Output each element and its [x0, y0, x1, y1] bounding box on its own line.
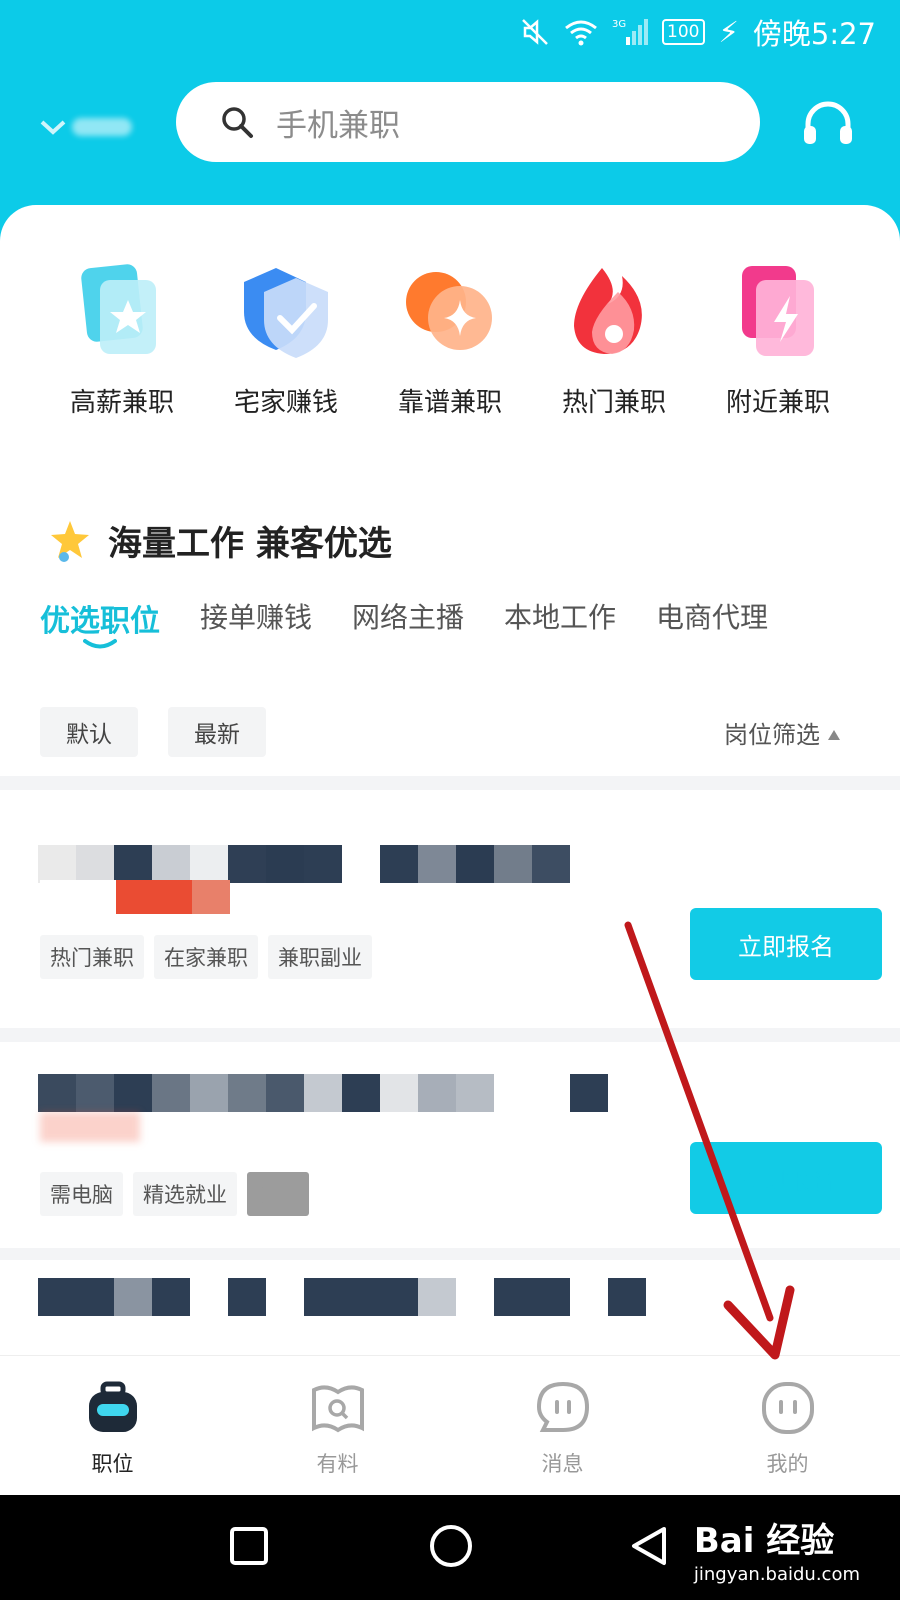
job-tag: 兼职副业	[268, 935, 372, 979]
signal-icon: 3G	[612, 17, 649, 47]
category-label: 宅家赚钱	[233, 388, 338, 418]
blurred-location	[72, 118, 132, 136]
tab-label: 我的	[766, 1452, 809, 1476]
job-title-redacted	[38, 1278, 646, 1316]
tab-label: 有料	[316, 1452, 359, 1476]
job-title-redacted	[38, 1074, 608, 1112]
search-icon	[222, 107, 253, 138]
category-hot[interactable]: 热门兼职	[532, 262, 696, 419]
triangle-icon	[828, 730, 840, 740]
job-card[interactable]: 需电脑 精选就业 日结 立即报名	[0, 1042, 900, 1262]
job-tag: 在家兼职	[154, 935, 258, 979]
star-card-icon	[70, 262, 174, 366]
search-placeholder: 手机兼职	[276, 107, 400, 144]
sort-default-chip[interactable]: 默认	[40, 707, 138, 757]
category-reliable[interactable]: 靠谱兼职	[368, 262, 532, 419]
category-label: 靠谱兼职	[397, 388, 502, 418]
shield-check-icon	[234, 262, 338, 366]
divider	[0, 1028, 900, 1042]
tab-label: 职位	[91, 1452, 134, 1476]
category-label: 高薪兼职	[69, 388, 174, 418]
sparkle-circle-icon	[398, 262, 502, 366]
job-tag: 需电脑	[40, 1172, 123, 1216]
category-nearby[interactable]: 附近兼职	[696, 262, 860, 419]
category-row: 高薪兼职 宅家赚钱 靠谱兼职 热门兼职 附近兼职	[0, 262, 900, 419]
lightning-card-icon	[726, 262, 830, 366]
bottom-tab-bar: 职位 有料 消息 我的	[0, 1355, 900, 1495]
headset-icon[interactable]	[800, 96, 856, 152]
category-work-from-home[interactable]: 宅家赚钱	[204, 262, 368, 419]
tab-featured[interactable]: 优选职位	[40, 596, 160, 649]
chevron-down-icon	[40, 120, 66, 135]
tab-label: 接单赚钱	[200, 601, 313, 634]
job-tag: 日结	[247, 1172, 309, 1216]
job-tabs: 优选职位 接单赚钱 网络主播 本地工作 电商代理	[40, 596, 768, 649]
system-nav-bar: Bai 经验 jingyan.baidu.com	[0, 1495, 900, 1600]
tab-underline	[83, 639, 117, 649]
job-salary-redacted	[40, 880, 230, 914]
tab-profile[interactable]: 我的	[675, 1356, 900, 1495]
filter-row: 默认 最新 岗位筛选	[40, 707, 840, 757]
battery-indicator: 100	[662, 19, 705, 45]
position-filter[interactable]: 岗位筛选	[724, 715, 840, 750]
sort-newest-chip[interactable]: 最新	[168, 707, 266, 757]
tab-orders[interactable]: 接单赚钱	[200, 596, 312, 640]
tab-label: 优选职位	[40, 604, 160, 639]
job-card[interactable]	[0, 1262, 900, 1355]
job-title-redacted	[38, 845, 570, 883]
tab-label: 网络主播	[352, 601, 465, 634]
status-time: 傍晚5:27	[752, 17, 876, 51]
category-label: 热门兼职	[561, 388, 666, 418]
apply-button[interactable]: 立即报名	[690, 908, 882, 980]
tab-ecommerce[interactable]: 电商代理	[656, 596, 768, 640]
category-high-pay[interactable]: 高薪兼职	[40, 262, 204, 419]
tab-streaming[interactable]: 网络主播	[352, 596, 464, 640]
job-card[interactable]: 热门兼职 在家兼职 兼职副业 立即报名	[0, 790, 900, 1030]
section-title: 海量工作 兼客优选	[108, 524, 392, 564]
watermark-brand: Bai 经验	[693, 1521, 835, 1561]
filter-label: 岗位筛选	[724, 720, 820, 749]
baidu-watermark: Bai 经验 jingyan.baidu.com	[694, 1513, 860, 1585]
tab-label: 消息	[541, 1452, 584, 1476]
job-tags: 热门兼职 在家兼职 兼职副业	[40, 935, 372, 979]
job-tag: 热门兼职	[40, 935, 144, 979]
recent-apps-icon[interactable]	[228, 1525, 270, 1567]
profile-face-icon	[761, 1382, 814, 1434]
tab-messages[interactable]: 消息	[450, 1356, 675, 1495]
tab-label: 本地工作	[504, 601, 617, 634]
tab-label: 电商代理	[656, 601, 769, 634]
divider	[0, 1248, 900, 1260]
briefcase-icon	[88, 1381, 137, 1432]
back-icon[interactable]	[628, 1525, 670, 1567]
tab-jobs[interactable]: 职位	[0, 1356, 225, 1495]
status-bar: 3G 100 ⚡ 傍晚5:27	[520, 10, 876, 54]
divider	[0, 776, 900, 790]
location-selector[interactable]	[40, 110, 136, 144]
category-label: 附近兼职	[725, 388, 830, 418]
home-icon[interactable]	[428, 1523, 474, 1569]
job-tags: 需电脑 精选就业 日结	[40, 1172, 309, 1216]
watermark-url: jingyan.baidu.com	[693, 1564, 860, 1585]
star-icon	[51, 520, 89, 562]
tab-feed[interactable]: 有料	[225, 1356, 450, 1495]
chat-bubble-icon	[536, 1381, 589, 1432]
apply-button[interactable]: 立即报名	[690, 1142, 882, 1214]
mute-icon	[520, 17, 550, 47]
tab-local[interactable]: 本地工作	[504, 596, 616, 640]
job-salary-redacted	[40, 1112, 140, 1142]
job-tag: 精选就业	[133, 1172, 237, 1216]
flame-icon	[562, 262, 666, 366]
wifi-icon	[564, 18, 598, 46]
book-search-icon	[311, 1385, 364, 1433]
section-header: 海量工作 兼客优选	[50, 516, 392, 565]
search-bar[interactable]: 手机兼职	[176, 82, 760, 162]
charging-icon: ⚡	[718, 15, 739, 49]
svg-text:3G: 3G	[612, 19, 626, 30]
